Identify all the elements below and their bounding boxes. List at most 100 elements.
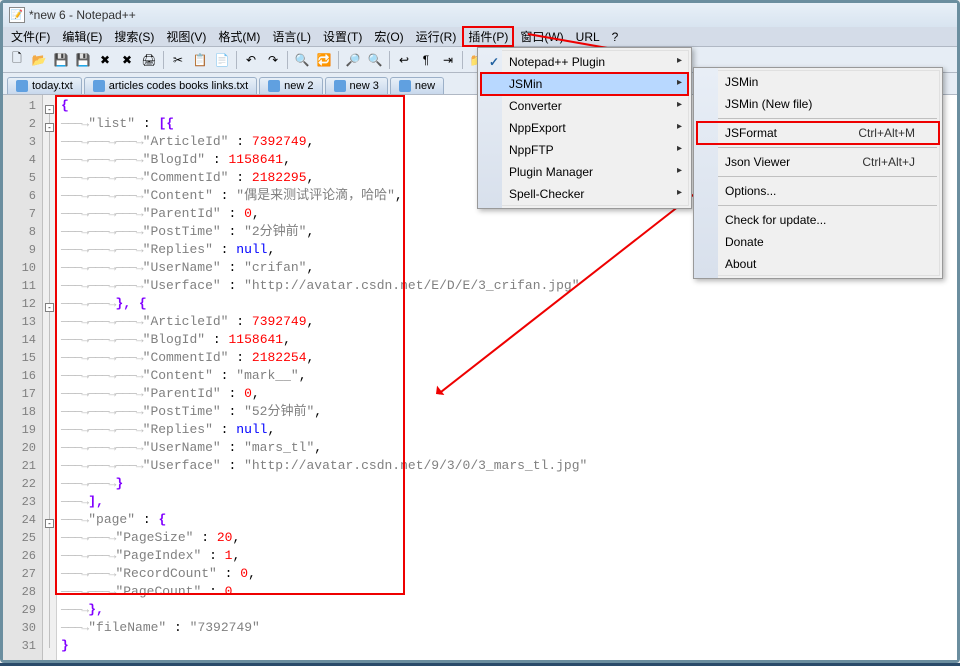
- show-chars-icon[interactable]: ¶: [416, 50, 436, 70]
- document-tab[interactable]: new 3: [325, 77, 388, 94]
- save-all-icon[interactable]: 💾: [73, 50, 93, 70]
- menu-item-about[interactable]: About: [697, 253, 939, 275]
- tab-label: new: [415, 80, 435, 92]
- menu-item-label: NppExport: [509, 121, 566, 135]
- line-number: 22: [3, 475, 42, 493]
- fold-toggle-icon[interactable]: -: [45, 123, 54, 132]
- fold-toggle-icon[interactable]: -: [45, 105, 54, 114]
- line-number: 7: [3, 205, 42, 223]
- paste-icon[interactable]: 📄: [212, 50, 232, 70]
- menu-item-jsformat[interactable]: JSFormatCtrl+Alt+M: [697, 122, 939, 144]
- code-line: ———→———→———→"PostTime" : "52分钟前",: [61, 403, 953, 421]
- copy-icon[interactable]: 📋: [190, 50, 210, 70]
- menu-item[interactable]: 文件(F): [5, 26, 56, 47]
- line-number: 18: [3, 403, 42, 421]
- menu-item-json-viewer[interactable]: Json ViewerCtrl+Alt+J: [697, 151, 939, 173]
- menu-item[interactable]: 编辑(E): [56, 26, 108, 47]
- print-icon[interactable]: 🖨: [139, 50, 159, 70]
- menu-item-nppexport[interactable]: NppExport: [481, 117, 688, 139]
- line-number: 8: [3, 223, 42, 241]
- code-line: ———→———→"PageIndex" : 1,: [61, 547, 953, 565]
- document-tab[interactable]: today.txt: [7, 77, 82, 94]
- menu-item[interactable]: 窗口(W): [514, 26, 569, 47]
- new-file-icon[interactable]: 🗋: [7, 50, 27, 70]
- menu-item-spell-checker[interactable]: Spell-Checker: [481, 183, 688, 205]
- menu-item-label: Notepad++ Plugin: [509, 55, 605, 69]
- menu-item-label: Check for update...: [725, 213, 826, 227]
- menu-item[interactable]: 插件(P): [462, 26, 514, 47]
- tab-label: new 2: [284, 80, 313, 92]
- menu-item-plugin-manager[interactable]: Plugin Manager: [481, 161, 688, 183]
- menu-item-jsmin[interactable]: JSMin: [481, 73, 688, 95]
- save-icon[interactable]: 💾: [51, 50, 71, 70]
- tab-label: today.txt: [32, 80, 73, 92]
- line-number: 28: [3, 583, 42, 601]
- line-number: 15: [3, 349, 42, 367]
- menu-item-options-[interactable]: Options...: [697, 180, 939, 202]
- code-line: ———→———→———→"Userface" : "http://avatar.…: [61, 457, 953, 475]
- close-all-icon[interactable]: ✖: [117, 50, 137, 70]
- code-line: ———→———→———→"ArticleId" : 7392749,: [61, 313, 953, 331]
- zoom-out-icon[interactable]: 🔍: [365, 50, 385, 70]
- find-icon[interactable]: 🔍: [292, 50, 312, 70]
- menu-item[interactable]: 搜索(S): [108, 26, 160, 47]
- redo-icon[interactable]: ↷: [263, 50, 283, 70]
- app-icon: 📝: [9, 7, 25, 23]
- menu-item-donate[interactable]: Donate: [697, 231, 939, 253]
- line-number: 27: [3, 565, 42, 583]
- code-line: ———→———→"PageCount" : 0: [61, 583, 953, 601]
- line-number: 14: [3, 331, 42, 349]
- menu-item-check-for-update-[interactable]: Check for update...: [697, 209, 939, 231]
- menu-item-converter[interactable]: Converter: [481, 95, 688, 117]
- menu-shortcut: Ctrl+Alt+M: [858, 126, 915, 140]
- code-line: ———→———→"RecordCount" : 0,: [61, 565, 953, 583]
- open-file-icon[interactable]: 📂: [29, 50, 49, 70]
- document-tab[interactable]: new: [390, 77, 444, 94]
- undo-icon[interactable]: ↶: [241, 50, 261, 70]
- toolbar-separator: [163, 51, 164, 69]
- tab-label: new 3: [350, 80, 379, 92]
- code-line: ———→],: [61, 493, 953, 511]
- line-number: 1: [3, 97, 42, 115]
- menubar: 文件(F)编辑(E)搜索(S)视图(V)格式(M)语言(L)设置(T)宏(O)运…: [3, 27, 957, 47]
- menu-item-jsmin-new-file-[interactable]: JSMin (New file): [697, 93, 939, 115]
- menu-shortcut: Ctrl+Alt+J: [862, 155, 915, 169]
- menu-item-nppftp[interactable]: NppFTP: [481, 139, 688, 161]
- fold-toggle-icon[interactable]: -: [45, 519, 54, 528]
- toolbar-separator: [236, 51, 237, 69]
- line-number: 31: [3, 637, 42, 655]
- wrap-icon[interactable]: ↩: [394, 50, 414, 70]
- code-line: ———→"fileName" : "7392749": [61, 619, 953, 637]
- code-line: }: [61, 637, 953, 655]
- document-tab[interactable]: articles codes books links.txt: [84, 77, 257, 94]
- line-number: 11: [3, 277, 42, 295]
- menu-item[interactable]: ?: [606, 28, 625, 46]
- menu-item-notepad-plugin[interactable]: Notepad++ Plugin: [481, 51, 688, 73]
- menu-item[interactable]: 视图(V): [160, 26, 212, 47]
- menu-item[interactable]: 设置(T): [317, 26, 368, 47]
- menu-item[interactable]: 语言(L): [266, 26, 317, 47]
- fold-toggle-icon[interactable]: -: [45, 303, 54, 312]
- zoom-in-icon[interactable]: 🔎: [343, 50, 363, 70]
- code-line: ———→———→———→"BlogId" : 1158641,: [61, 331, 953, 349]
- menu-separator: [699, 205, 937, 206]
- close-icon[interactable]: ✖: [95, 50, 115, 70]
- toolbar-separator: [338, 51, 339, 69]
- menu-item[interactable]: 格式(M): [212, 26, 266, 47]
- menu-item-label: Converter: [509, 99, 562, 113]
- document-tab[interactable]: new 2: [259, 77, 322, 94]
- menu-item-label: NppFTP: [509, 143, 554, 157]
- menu-item-jsmin[interactable]: JSMin: [697, 71, 939, 93]
- line-number: 5: [3, 169, 42, 187]
- replace-icon[interactable]: 🔁: [314, 50, 334, 70]
- code-line: ———→"page" : {: [61, 511, 953, 529]
- cut-icon[interactable]: ✂: [168, 50, 188, 70]
- indent-icon[interactable]: ⇥: [438, 50, 458, 70]
- line-number: 19: [3, 421, 42, 439]
- code-line: ———→———→———→"Content" : "mark__",: [61, 367, 953, 385]
- menu-item[interactable]: 运行(R): [410, 26, 463, 47]
- menu-item[interactable]: URL: [570, 28, 606, 46]
- file-icon: [399, 80, 411, 92]
- menu-item[interactable]: 宏(O): [368, 26, 409, 47]
- file-icon: [268, 80, 280, 92]
